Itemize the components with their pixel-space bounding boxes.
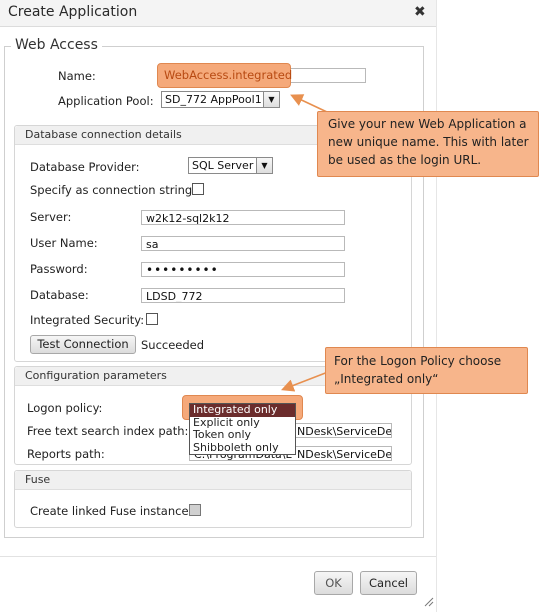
callout-arrows [281,94,329,392]
logon-tip-callout: For the Logon Policy choose „Integrated … [325,347,528,394]
name-tip-callout: Give your new Web Application a new uniq… [317,111,539,177]
logon-tip-arrow [281,371,329,392]
name-tip-arrow [290,94,328,113]
